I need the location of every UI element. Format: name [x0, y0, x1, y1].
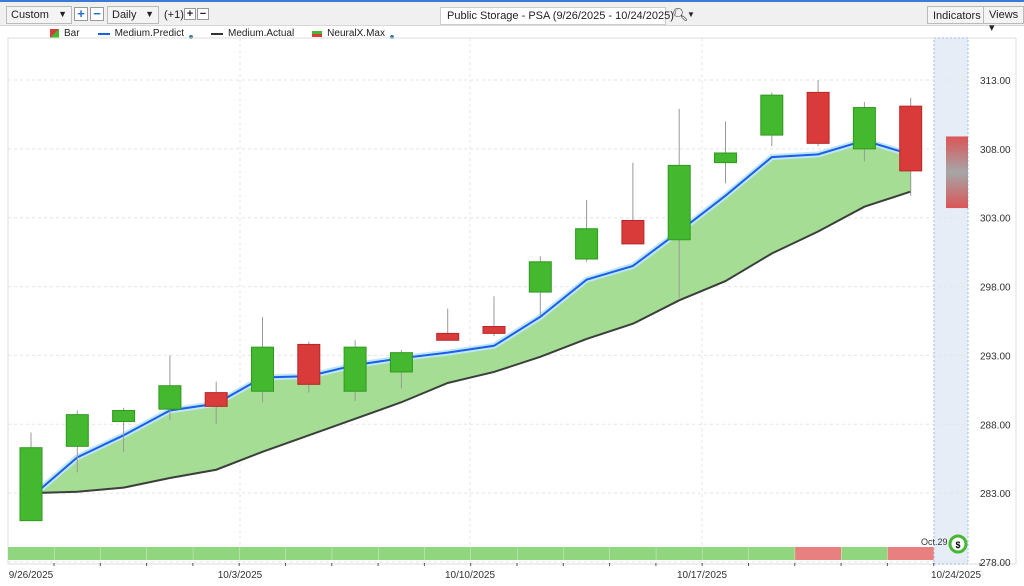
signal-strip-segment: [239, 547, 286, 560]
dollar-icon: $: [955, 540, 960, 550]
candle-body: [806, 91, 830, 144]
signal-strip-segment: [841, 547, 888, 560]
signal-strip-segment: [146, 547, 193, 560]
x-tick-label: 10/17/2025: [677, 570, 727, 581]
forecast-bar: [946, 136, 968, 209]
prediction-band: [31, 140, 911, 498]
signal-strip-segment: [887, 547, 934, 560]
signal-strip-segment: [795, 547, 842, 560]
y-tick-label: 298.00: [980, 283, 1011, 294]
candle-body: [852, 107, 876, 150]
signal-strip-segment: [193, 547, 240, 560]
x-tick-label: 10/3/2025: [218, 570, 263, 581]
x-tick-label: 10/10/2025: [445, 570, 495, 581]
signal-strip-segment: [332, 547, 379, 560]
candle-body: [158, 385, 182, 410]
candle-body: [112, 410, 136, 423]
signal-strip-segment: [8, 547, 54, 560]
candle-body: [204, 392, 228, 407]
candle-body: [389, 352, 413, 373]
candle-body: [65, 414, 89, 447]
signal-strip-segment: [424, 547, 471, 560]
signal-strip-segment: [100, 547, 147, 560]
y-tick-label: 283.00: [980, 489, 1011, 500]
forecast-area: [933, 37, 969, 565]
signal-strip-segment: [54, 547, 101, 560]
signal-strip-segment: [748, 547, 795, 560]
signal-strip-segment: [609, 547, 656, 560]
candle-body: [482, 326, 506, 334]
signal-strip-segment: [517, 547, 564, 560]
candle-body: [899, 105, 923, 172]
x-tick-label: 10/24/2025: [931, 570, 981, 581]
y-tick-label: 288.00: [980, 420, 1011, 431]
x-tick-label: 9/26/2025: [9, 570, 54, 581]
candle-body: [528, 261, 552, 293]
signal-strip-segment: [563, 547, 610, 560]
candle-body: [436, 332, 460, 341]
signal-strip-segment: [285, 547, 332, 560]
y-tick-label: 303.00: [980, 214, 1011, 225]
price-chart[interactable]: 313.00 308.00 303.00 298.00 293.00 288.00 283.…: [0, 0, 1024, 586]
candle-body: [19, 447, 43, 522]
signal-strip-segment: [471, 547, 517, 560]
y-tick-label: 308.00: [980, 145, 1011, 156]
y-tick-label: 293.00: [980, 351, 1011, 362]
signal-strip-segment: [702, 547, 749, 560]
candle-body: [667, 164, 691, 241]
forecast-date-label: Oct.29: [921, 537, 948, 547]
candle-body: [251, 346, 274, 392]
candle-body: [297, 343, 321, 385]
candle-body: [621, 219, 645, 245]
y-tick-label: 313.00: [980, 76, 1011, 87]
candle-body: [575, 228, 599, 260]
signal-strip-segment: [656, 547, 703, 560]
candle-body: [760, 94, 784, 136]
candle-body: [714, 152, 737, 164]
y-tick-label: 278.00: [980, 558, 1011, 569]
candle-body: [343, 346, 367, 392]
signal-strip-segment: [378, 547, 425, 560]
